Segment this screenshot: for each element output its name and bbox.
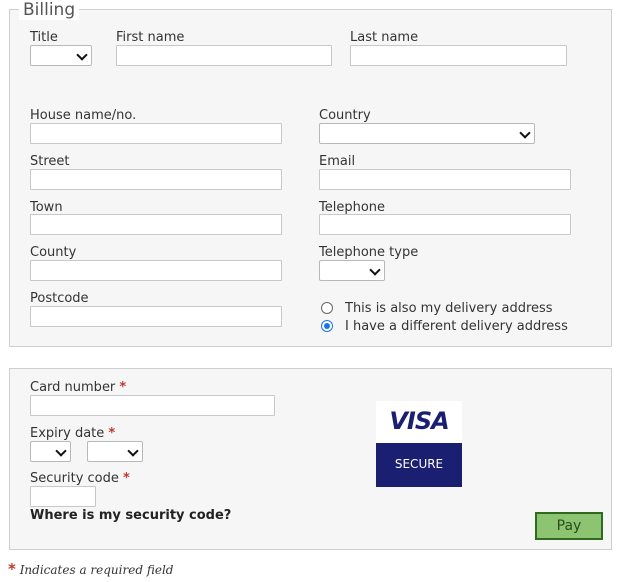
visa-secure-badge: SECURE [376, 443, 462, 487]
expiry-date-label: Expiry date * [30, 426, 116, 441]
county-label: County [30, 245, 77, 260]
email-label: Email [319, 154, 356, 169]
last-name-label: Last name [350, 30, 419, 45]
chevron-down-icon [76, 49, 88, 61]
first-name-label: First name [116, 30, 185, 45]
expiry-year-select[interactable] [87, 441, 143, 462]
required-marker: * [108, 426, 116, 441]
delivery-same-label: This is also my delivery address [345, 301, 553, 316]
street-field[interactable] [30, 169, 282, 190]
required-field-footnote: * Indicates a required field [8, 560, 173, 578]
town-field[interactable] [30, 214, 282, 235]
house-field[interactable] [30, 123, 282, 144]
postcode-label: Postcode [30, 291, 89, 306]
required-marker: * [123, 471, 130, 486]
card-number-field[interactable] [30, 395, 275, 416]
county-field[interactable] [30, 260, 282, 281]
pay-button[interactable]: Pay [535, 512, 603, 540]
first-name-field[interactable] [116, 45, 332, 66]
telephone-type-label: Telephone type [319, 245, 419, 260]
telephone-field[interactable] [319, 214, 571, 235]
required-marker: * [119, 380, 127, 395]
country-label: Country [319, 108, 371, 123]
visa-secure-text: SECURE [394, 457, 444, 471]
title-select[interactable] [30, 45, 92, 66]
postcode-field[interactable] [30, 306, 282, 327]
delivery-different-radio[interactable] [321, 320, 333, 332]
security-code-help-link[interactable]: Where is my security code? [30, 508, 231, 523]
card-number-label: Card number * [30, 380, 127, 395]
visa-logo: VISA [376, 401, 462, 443]
chevron-down-icon [369, 264, 381, 276]
street-label: Street [30, 154, 70, 169]
last-name-field[interactable] [350, 45, 567, 66]
required-marker: * [8, 560, 16, 578]
security-code-field[interactable] [30, 486, 96, 507]
visa-logo-text: VISA [389, 407, 449, 435]
billing-legend: Billing [19, 0, 80, 20]
footnote-text: Indicates a required field [19, 563, 174, 577]
title-label: Title [30, 30, 58, 45]
delivery-same-radio[interactable] [321, 302, 333, 314]
expiry-month-select[interactable] [30, 441, 71, 462]
email-field[interactable] [319, 169, 571, 190]
house-label: House name/no. [30, 108, 137, 123]
chevron-down-icon [55, 445, 67, 457]
country-select[interactable] [319, 123, 535, 144]
chevron-down-icon [127, 445, 139, 457]
chevron-down-icon [519, 127, 531, 139]
delivery-different-label: I have a different delivery address [345, 319, 568, 334]
security-code-label: Security code * [30, 471, 130, 486]
telephone-type-select[interactable] [319, 260, 385, 281]
